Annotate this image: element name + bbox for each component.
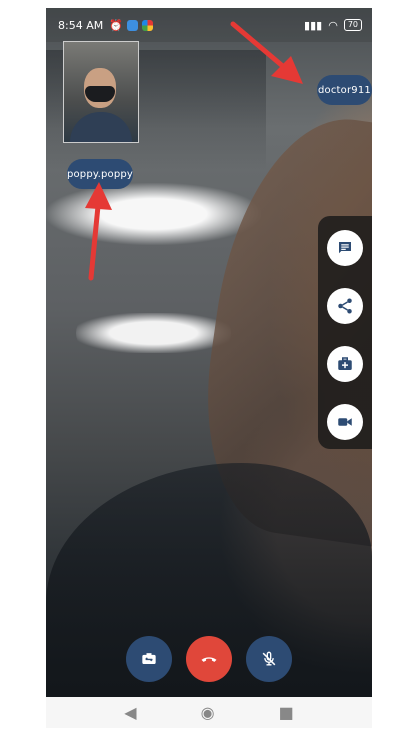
alarm-icon: ⏰ [109,18,123,32]
chat-icon [339,242,351,254]
medical-kit-icon [338,357,352,370]
video-camera-icon [338,418,352,426]
status-bar: 8:54 AM ⏰ ▮▮▮ ◠ 70 [46,8,372,42]
home-icon[interactable]: ◉ [201,703,215,722]
medical-kit-button[interactable] [327,346,363,382]
mute-button[interactable] [246,636,292,682]
ceiling-light [76,313,231,353]
phone-screen: 8:54 AM ⏰ ▮▮▮ ◠ 70 poppy.poppy doctor911 [46,8,372,728]
self-video-preview[interactable] [63,41,139,143]
end-call-button[interactable] [186,636,232,682]
share-icon [338,298,352,314]
status-notification-icons: ⏰ [109,19,153,32]
wifi-icon: ◠ [328,18,338,32]
back-icon[interactable]: ◀ [124,703,136,722]
remote-name-label: doctor911 [317,75,372,105]
phone-hangup-icon [201,657,217,662]
battery-icon: 70 [343,19,362,31]
share-button[interactable] [327,288,363,324]
self-mask [85,86,115,102]
mic-off-icon [262,651,276,666]
app-icon [141,19,153,31]
app-icon [126,19,138,31]
video-button[interactable] [327,404,363,440]
annotation-arrow [85,182,112,281]
switch-camera-button[interactable] [126,636,172,682]
android-nav-bar: ◀ ◉ ■ [46,697,372,728]
side-action-panel [318,216,372,449]
remote-video-feed: 8:54 AM ⏰ ▮▮▮ ◠ 70 poppy.poppy doctor911 [46,8,372,697]
annotation-arrow [230,21,303,84]
status-time: 8:54 AM [58,18,104,32]
chat-button[interactable] [327,230,363,266]
self-body [70,112,132,142]
recents-icon[interactable]: ■ [279,703,294,722]
switch-camera-icon [142,653,156,664]
